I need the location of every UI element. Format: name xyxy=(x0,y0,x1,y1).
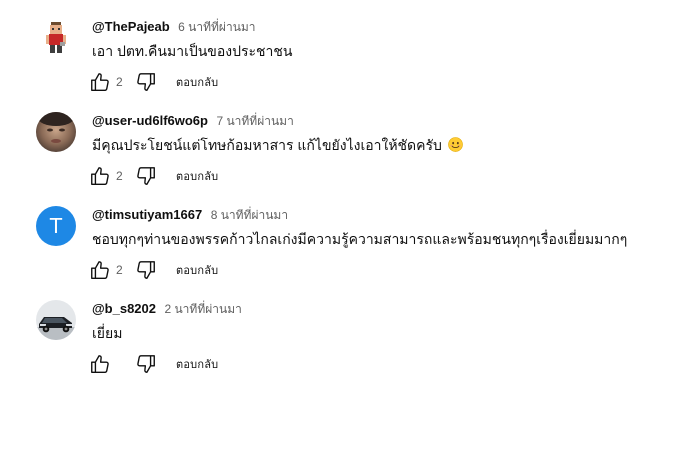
comment: @ThePajeab 6 นาทีที่ผ่านมา เอา ปตท.คืนมา… xyxy=(36,18,676,108)
author-avatar[interactable]: T xyxy=(36,206,76,246)
comment-text: เอา ปตท.คืนมาเป็นของประชาชน xyxy=(92,43,293,59)
author-name[interactable]: @ThePajeab xyxy=(92,19,170,34)
thumb-up-icon xyxy=(91,167,109,185)
like-count: 2 xyxy=(116,169,123,183)
like-button[interactable] xyxy=(88,70,112,94)
like-count: 2 xyxy=(116,75,123,89)
comment: T @timsutiyam1667 8 นาทีที่ผ่านมา ชอบทุก… xyxy=(36,206,676,296)
pixel-figure-avatar xyxy=(36,18,76,58)
thumb-up-icon xyxy=(91,355,109,373)
comment-header: @ThePajeab 6 นาทีที่ผ่านมา xyxy=(92,18,256,36)
comment-text: เยี่ยม xyxy=(92,325,123,341)
comment-time[interactable]: 8 นาทีที่ผ่านมา xyxy=(211,208,288,222)
thumb-down-icon xyxy=(137,73,155,91)
comment-header: @timsutiyam1667 8 นาทีที่ผ่านมา xyxy=(92,206,288,224)
comment-text: ชอบทุกๆท่านของพรรคก้าวไกลเก่งมีความรู้คว… xyxy=(92,231,628,247)
thumb-down-icon xyxy=(137,167,155,185)
comment-time[interactable]: 6 นาทีที่ผ่านมา xyxy=(178,20,255,34)
dislike-button[interactable] xyxy=(134,352,158,376)
comment-actions: ตอบกลับ xyxy=(88,352,218,376)
like-button[interactable] xyxy=(88,164,112,188)
comment: @b_s8202 2 นาทีที่ผ่านมา เยี่ยม ตอบกลับ xyxy=(36,300,676,390)
reply-button[interactable]: ตอบกลับ xyxy=(176,355,218,373)
comment-text-content: มีคุณประโยชน์แต่โทษก้อมหาสาร แก้ไขยังไงเ… xyxy=(92,137,442,153)
like-count: 2 xyxy=(116,263,123,277)
thumb-down-icon xyxy=(137,355,155,373)
thumb-up-icon xyxy=(91,261,109,279)
comment: @user-ud6lf6wo6p 7 นาทีที่ผ่านมา มีคุณปร… xyxy=(36,112,676,202)
comment-actions: 2 ตอบกลับ xyxy=(88,164,218,188)
dislike-button[interactable] xyxy=(134,258,158,282)
reply-button[interactable]: ตอบกลับ xyxy=(176,261,218,279)
comment-header: @user-ud6lf6wo6p 7 นาทีที่ผ่านมา xyxy=(92,112,294,130)
comment-time[interactable]: 7 นาทีที่ผ่านมา xyxy=(216,114,293,128)
car-photo-avatar xyxy=(36,300,76,340)
author-avatar[interactable] xyxy=(36,300,76,340)
dislike-button[interactable] xyxy=(134,70,158,94)
author-avatar[interactable] xyxy=(36,112,76,152)
like-button[interactable] xyxy=(88,352,112,376)
thumb-down-icon xyxy=(137,261,155,279)
author-name[interactable]: @b_s8202 xyxy=(92,301,156,316)
comment-list: @ThePajeab 6 นาทีที่ผ่านมา เอา ปตท.คืนมา… xyxy=(0,0,684,468)
reply-button[interactable]: ตอบกลับ xyxy=(176,167,218,185)
thumb-up-icon xyxy=(91,73,109,91)
reply-button[interactable]: ตอบกลับ xyxy=(176,73,218,91)
comment-actions: 2 ตอบกลับ xyxy=(88,70,218,94)
photo-avatar xyxy=(36,112,76,152)
author-name[interactable]: @timsutiyam1667 xyxy=(92,207,202,222)
comment-time[interactable]: 2 นาทีที่ผ่านมา xyxy=(164,302,241,316)
smiling-face-emoji xyxy=(448,137,463,152)
comment-actions: 2 ตอบกลับ xyxy=(88,258,218,282)
dislike-button[interactable] xyxy=(134,164,158,188)
author-avatar[interactable] xyxy=(36,18,76,58)
comment-header: @b_s8202 2 นาทีที่ผ่านมา xyxy=(92,300,242,318)
like-button[interactable] xyxy=(88,258,112,282)
author-name[interactable]: @user-ud6lf6wo6p xyxy=(92,113,208,128)
comment-text: มีคุณประโยชน์แต่โทษก้อมหาสาร แก้ไขยังไงเ… xyxy=(92,135,463,155)
